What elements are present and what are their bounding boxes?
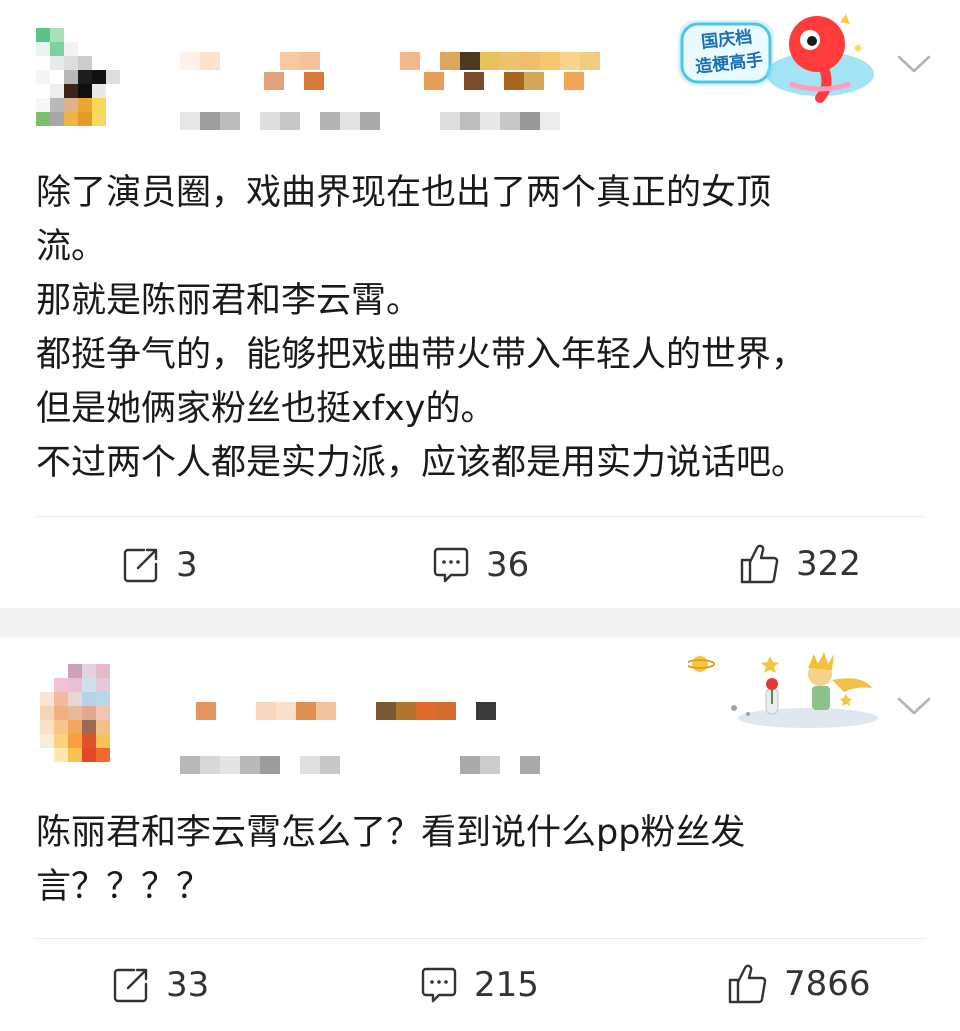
content-line: 但是她俩家粉丝也挺xfxy的。 [36, 389, 496, 429]
repost-icon [110, 964, 152, 1006]
action-bar: 33 215 7866 [0, 958, 960, 1018]
comment-text: 除了演员圈，戏曲界现在也出了两个真正的女顶 流。 那就是陈丽君和李云霄。 都挺争… [36, 166, 880, 490]
comment-count: 215 [474, 965, 539, 1005]
content-line: 都挺争气的，能够把戏曲带火带入年轻人的世界， [36, 335, 807, 375]
comment-button[interactable]: 215 [418, 964, 539, 1006]
badge-text: 国庆档 造梗高手 [694, 27, 765, 78]
repost-button[interactable]: 33 [110, 964, 209, 1006]
repost-count: 33 [166, 965, 210, 1005]
comment-card: 国庆档 造梗高手 除了演员圈，戏曲界现在也出了两个真正的女顶 流。 那就是陈丽君… [0, 0, 960, 608]
divider [34, 938, 926, 939]
action-bar: 3 36 322 [0, 536, 960, 596]
divider [34, 516, 926, 517]
chevron-down-icon[interactable] [896, 46, 932, 82]
avatar[interactable] [36, 28, 148, 140]
decorative-sticker-image [685, 648, 880, 728]
content-line: 流。 [36, 227, 107, 267]
timestamp [180, 756, 540, 774]
event-badge-logo: 国庆档 造梗高手 [672, 4, 882, 108]
username[interactable] [180, 52, 600, 70]
repost-icon [120, 544, 162, 586]
chevron-down-icon[interactable] [896, 688, 932, 724]
like-count: 322 [796, 544, 861, 584]
repost-button[interactable]: 3 [120, 544, 198, 586]
like-button[interactable]: 7866 [726, 962, 871, 1006]
username-mosaic-2 [264, 72, 584, 90]
content-line: 那就是陈丽君和李云霄。 [36, 281, 422, 321]
content-line: 言？？？？ [36, 867, 212, 907]
timestamp [180, 112, 560, 130]
like-count: 7866 [784, 964, 871, 1004]
content-line: 不过两个人都是实力派，应该都是用实力说话吧。 [36, 443, 807, 483]
comment-text: 陈丽君和李云霄怎么了？看到说什么pp粉丝发 言？？？？ [36, 806, 880, 914]
avatar[interactable] [40, 664, 152, 776]
comment-icon [418, 964, 460, 1006]
card-separator [0, 608, 960, 638]
comment-count: 36 [486, 545, 530, 585]
comment-card: 陈丽君和李云霄怎么了？看到说什么pp粉丝发 言？？？？ 33 215 7866 [0, 638, 960, 1031]
comment-icon [430, 544, 472, 586]
comment-button[interactable]: 36 [430, 544, 529, 586]
username[interactable] [196, 702, 516, 720]
content-line: 陈丽君和李云霄怎么了？看到说什么pp粉丝发 [36, 813, 746, 853]
like-button[interactable]: 322 [738, 542, 861, 586]
repost-count: 3 [176, 545, 198, 585]
thumbs-up-icon [726, 962, 770, 1006]
thumbs-up-icon [738, 542, 782, 586]
content-line: 除了演员圈，戏曲界现在也出了两个真正的女顶 [36, 173, 772, 213]
